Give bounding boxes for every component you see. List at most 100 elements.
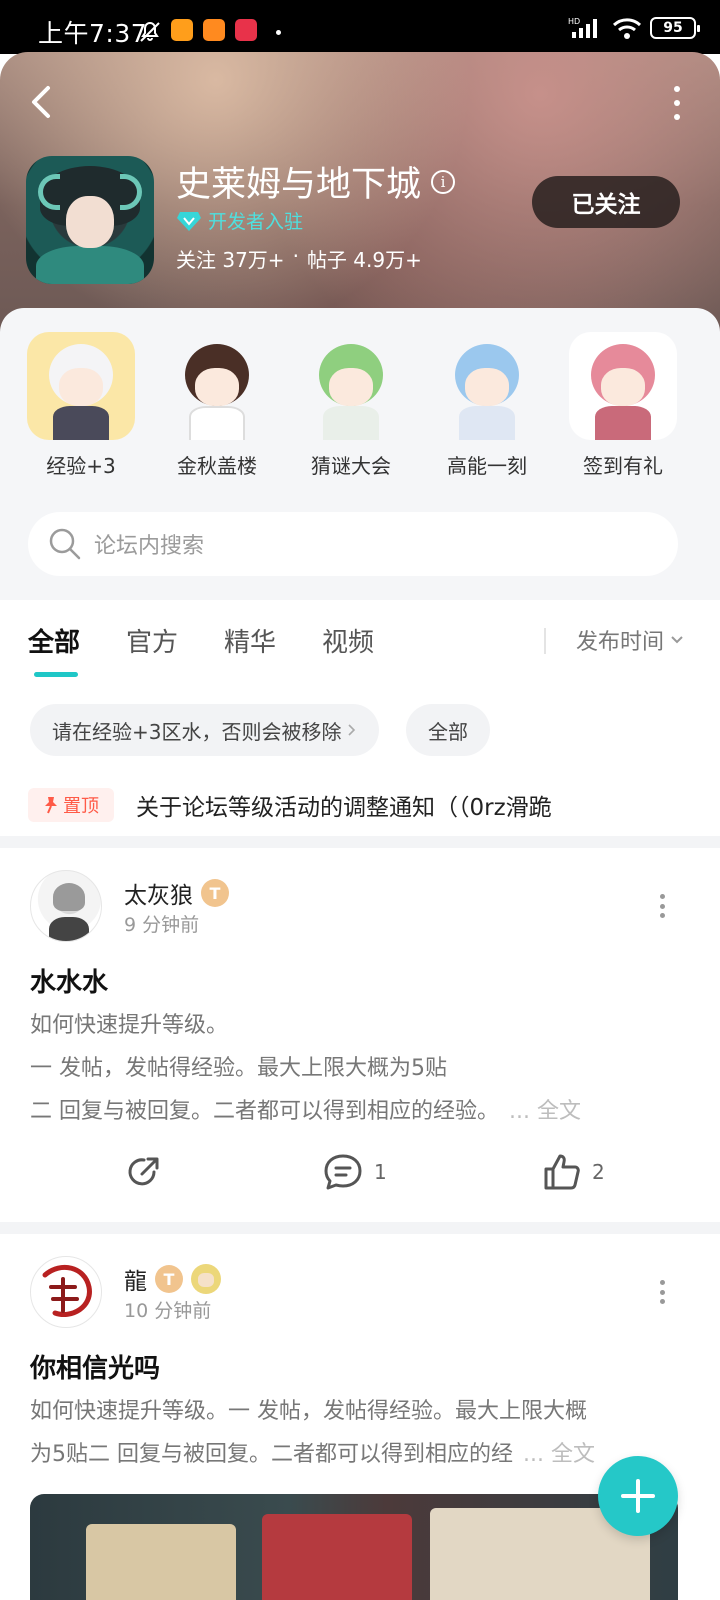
read-more-link[interactable]: ... 全文	[509, 1090, 581, 1133]
sort-dropdown[interactable]: 发布时间	[576, 624, 684, 656]
developer-badge: 开发者入驻	[176, 207, 303, 234]
comment-button[interactable]: 1	[322, 1152, 387, 1192]
chevron-right-icon	[348, 724, 356, 736]
thumbs-up-icon	[544, 1154, 580, 1190]
developer-badge-text: 开发者入驻	[208, 211, 304, 233]
share-button[interactable]	[124, 1152, 164, 1192]
excerpt-line: 为5贴二 回复与被回复。二者都可以得到相应的经	[30, 1442, 513, 1467]
character-sticker-icon	[27, 332, 135, 440]
status-bar: 上午7:37 HD 95	[0, 0, 720, 54]
verified-diamond-icon	[177, 211, 201, 231]
shortcut-autumn[interactable]: 金秋盖楼	[162, 332, 272, 479]
pin-icon	[45, 797, 57, 814]
forum-shortcuts-panel: 经验+3 金秋盖楼 猜谜大会 高能一刻 签到有礼 论坛内搜索	[0, 308, 720, 608]
excerpt-line: 一 发帖，发帖得经验。最大上限大概为5贴	[30, 1056, 447, 1081]
filter-chips: 请在经验+3区水，否则会被移除 全部	[0, 704, 720, 764]
create-post-button[interactable]	[598, 1456, 678, 1536]
image-panel	[86, 1524, 236, 1600]
post-excerpt: 如何快速提升等级。 一 发帖，发帖得经验。最大上限大概为5贴 二 回复与被回复。…	[30, 1004, 690, 1133]
excerpt-line: 如何快速提升等级。	[30, 1013, 229, 1038]
avatar[interactable]	[30, 1256, 102, 1328]
dragon-emblem-icon	[42, 1264, 92, 1317]
tab-all[interactable]: 全部	[28, 622, 80, 659]
read-more-link[interactable]: ... 全文	[523, 1433, 595, 1476]
more-options-icon[interactable]	[670, 86, 684, 120]
chip-all[interactable]: 全部	[406, 704, 490, 756]
post-card[interactable]: 太灰狼 T 9 分钟前 水水水 如何快速提升等级。 一 发帖，发帖得经验。最大上…	[0, 848, 720, 1222]
excerpt-line: 如何快速提升等级。一 发帖，发帖得经验。最大上限大概	[30, 1399, 587, 1424]
forum-search-bar[interactable]: 论坛内搜索	[28, 512, 678, 576]
tab-video[interactable]: 视频	[322, 622, 374, 659]
status-time: 上午7:37	[38, 19, 148, 48]
chip-rule-notice[interactable]: 请在经验+3区水，否则会被移除	[30, 704, 380, 756]
comment-icon	[324, 1154, 362, 1190]
post-more-icon[interactable]	[660, 894, 666, 918]
section-divider	[0, 836, 720, 848]
app-notification-icon	[171, 19, 193, 41]
post-tabs: 全部 官方 精华 视频 发布时间	[0, 600, 720, 680]
post-title: 你相信光吗	[30, 1354, 161, 1384]
pinned-badge: 置顶	[28, 788, 114, 822]
excerpt-line: 二 回复与被回复。二者都可以得到相应的经验。	[30, 1099, 499, 1124]
app-notification-icon	[235, 19, 257, 41]
author-name-text: 太灰狼	[124, 883, 193, 909]
follow-button[interactable]: 已关注	[532, 176, 680, 228]
shortcut-exp[interactable]: 经验+3	[26, 332, 136, 479]
author-name[interactable]: 龍 T	[124, 1262, 221, 1296]
wifi-icon	[612, 18, 642, 39]
post-more-icon[interactable]	[660, 1280, 666, 1304]
chip-label: 全部	[428, 719, 468, 744]
search-placeholder: 论坛内搜索	[94, 534, 205, 559]
forum-app-icon	[26, 156, 154, 284]
stats-separator: ·	[292, 244, 299, 268]
post-actions: 1 2	[0, 1152, 720, 1202]
pinned-post[interactable]: 置顶 关于论坛等级活动的调整通知（（0rz滑跪	[0, 780, 720, 836]
shortcut-label: 猜谜大会	[311, 454, 391, 478]
forum-title-text: 史莱姆与地下城	[176, 165, 422, 205]
app-notification-icon	[203, 19, 225, 41]
share-icon	[128, 1157, 159, 1186]
forum-header: 史莱姆与地下城 i 开发者入驻 关注 37万+ · 帖子 4.9万+ 已关注	[0, 52, 720, 332]
like-button[interactable]: 2	[542, 1152, 605, 1192]
character-sticker-icon	[433, 332, 541, 440]
more-notifications-dot	[276, 30, 281, 35]
svg-text:HD: HD	[568, 17, 580, 26]
avatar[interactable]	[30, 870, 102, 942]
search-icon	[49, 528, 81, 560]
battery-icon: 95	[650, 17, 700, 39]
post-title: 水水水	[30, 968, 109, 998]
pinned-title: 关于论坛等级活动的调整通知（（0rz滑跪	[136, 795, 552, 821]
shortcut-riddle[interactable]: 猜谜大会	[296, 332, 406, 479]
character-sticker-icon	[297, 332, 405, 440]
tab-official[interactable]: 官方	[126, 622, 178, 659]
tab-divider	[544, 628, 546, 654]
battery-level: 95	[663, 20, 683, 36]
post-time: 9 分钟前	[124, 914, 200, 936]
signal-icon: HD	[568, 17, 597, 38]
tab-featured[interactable]: 精华	[224, 622, 276, 659]
pinned-badge-text: 置顶	[63, 796, 99, 817]
shortcut-highlight[interactable]: 高能一刻	[432, 332, 542, 479]
chevron-down-icon	[671, 636, 683, 644]
character-badge-icon	[191, 1264, 221, 1294]
shortcut-checkin[interactable]: 签到有礼	[568, 332, 678, 479]
post-image-preview[interactable]	[30, 1494, 678, 1600]
forum-title: 史莱姆与地下城 i	[176, 156, 456, 207]
level-badge: T	[201, 879, 229, 907]
shortcut-label: 高能一刻	[447, 454, 527, 478]
followers-count: 关注 37万+	[176, 248, 285, 272]
back-icon[interactable]	[24, 82, 60, 122]
section-divider	[0, 1222, 720, 1234]
author-name[interactable]: 太灰狼 T	[124, 876, 229, 910]
info-icon[interactable]: i	[431, 169, 456, 194]
shortcut-row: 经验+3 金秋盖楼 猜谜大会 高能一刻 签到有礼	[0, 332, 720, 492]
status-indicators: HD 95	[568, 16, 700, 40]
comment-count: 1	[374, 1160, 387, 1184]
post-excerpt: 如何快速提升等级。一 发帖，发帖得经验。最大上限大概 为5贴二 回复与被回复。二…	[30, 1390, 690, 1476]
image-panel	[262, 1514, 412, 1600]
character-sticker-icon	[163, 332, 271, 440]
post-time: 10 分钟前	[124, 1300, 212, 1322]
shortcut-label: 经验+3	[46, 454, 116, 478]
mute-bell-icon	[140, 21, 160, 42]
chip-label: 请在经验+3区水，否则会被移除	[52, 719, 342, 744]
